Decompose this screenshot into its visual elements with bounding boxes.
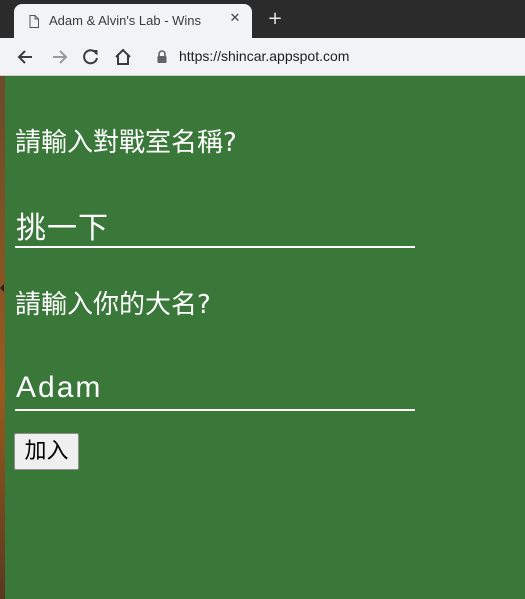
arrow-icon <box>0 284 4 292</box>
tab-active[interactable]: Adam & Alvin's Lab - Wins ✕ <box>14 4 252 38</box>
reload-icon[interactable] <box>81 47 101 67</box>
close-tab-icon[interactable]: ✕ <box>228 12 242 26</box>
room-name-input[interactable] <box>15 204 415 248</box>
document-icon <box>29 15 39 28</box>
lock-icon[interactable] <box>156 50 168 64</box>
toolbar: https://shincar.appspot.com <box>0 38 525 76</box>
page-content: 請輸入對戰室名稱? 請輸入你的大名? 加入 <box>5 76 525 599</box>
tab-title: Adam & Alvin's Lab - Wins <box>49 13 202 28</box>
back-arrow-icon[interactable] <box>16 47 36 67</box>
url-text: https://shincar.appspot.com <box>179 48 350 64</box>
address-bar[interactable]: https://shincar.appspot.com <box>146 43 525 71</box>
forward-arrow-icon[interactable] <box>49 47 69 67</box>
tab-strip: Adam & Alvin's Lab - Wins ✕ + <box>0 0 525 38</box>
room-name-label: 請輸入對戰室名稱? <box>15 128 237 158</box>
home-icon[interactable] <box>113 47 133 67</box>
new-tab-button[interactable]: + <box>266 10 284 28</box>
player-name-label: 請輸入你的大名? <box>15 290 211 320</box>
player-name-input[interactable] <box>15 367 415 411</box>
browser-window: Adam & Alvin's Lab - Wins ✕ + https://sh… <box>0 0 525 599</box>
join-button[interactable]: 加入 <box>14 433 79 470</box>
